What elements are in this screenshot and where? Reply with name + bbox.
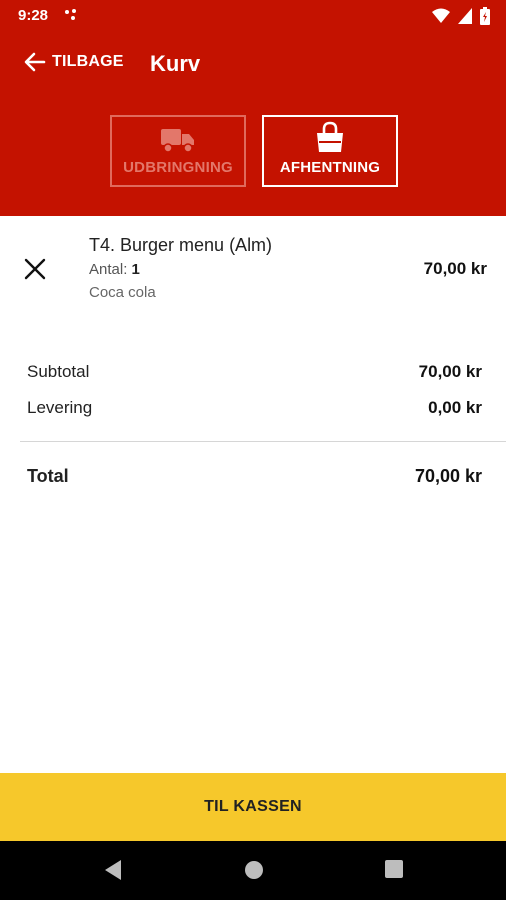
divider	[20, 441, 506, 442]
total-label: Total	[27, 466, 69, 486]
status-time: 9:28	[18, 7, 49, 24]
truck-icon	[161, 129, 194, 153]
status-bar: 9:28	[0, 0, 506, 32]
remove-item-icon[interactable]	[22, 256, 48, 282]
header: 9:28 TILBAGE Kurv UDBRINGNING AFHENTNING	[0, 0, 506, 216]
item-name: T4. Burger menu (Alm)	[89, 235, 273, 255]
pickup-mode-label: AFHENTNING	[279, 159, 381, 176]
page-title: Kurv	[150, 51, 201, 76]
delivery-row: Levering 0,00 kr	[27, 398, 482, 418]
item-quantity: Antal: 1	[89, 261, 140, 278]
quantity-value: 1	[131, 261, 140, 278]
delivery-mode-label: UDBRINGNING	[123, 159, 233, 176]
back-button[interactable]: TILBAGE	[24, 52, 124, 72]
subtotal-value: 70,00 kr	[418, 362, 482, 381]
nav-back-icon[interactable]	[103, 859, 123, 881]
item-price: 70,00 kr	[423, 259, 487, 278]
shopping-bag-icon	[317, 121, 343, 152]
notification-dots-icon	[65, 9, 76, 20]
delivery-label: Levering	[27, 398, 93, 417]
checkout-button[interactable]: TIL KASSEN	[0, 773, 506, 841]
wifi-icon	[432, 8, 450, 23]
battery-icon	[480, 7, 490, 25]
status-icons	[432, 7, 490, 25]
app-bar: TILBAGE Kurv	[0, 40, 506, 90]
total-row: Total 70,00 kr	[27, 466, 482, 487]
arrow-left-icon	[24, 52, 46, 72]
delivery-mode-button[interactable]: UDBRINGNING	[110, 115, 246, 187]
subtotal-row: Subtotal 70,00 kr	[27, 362, 482, 382]
pickup-mode-button[interactable]: AFHENTNING	[262, 115, 398, 187]
subtotal-label: Subtotal	[27, 362, 90, 381]
back-label: TILBAGE	[52, 53, 124, 70]
nav-recents-icon[interactable]	[384, 859, 404, 879]
signal-icon	[458, 8, 472, 24]
quantity-label: Antal:	[89, 261, 128, 278]
delivery-value: 0,00 kr	[428, 398, 482, 417]
total-value: 70,00 kr	[414, 466, 482, 486]
system-nav-bar	[0, 841, 506, 900]
item-extra: Coca cola	[89, 284, 156, 301]
nav-home-icon[interactable]	[243, 859, 265, 881]
